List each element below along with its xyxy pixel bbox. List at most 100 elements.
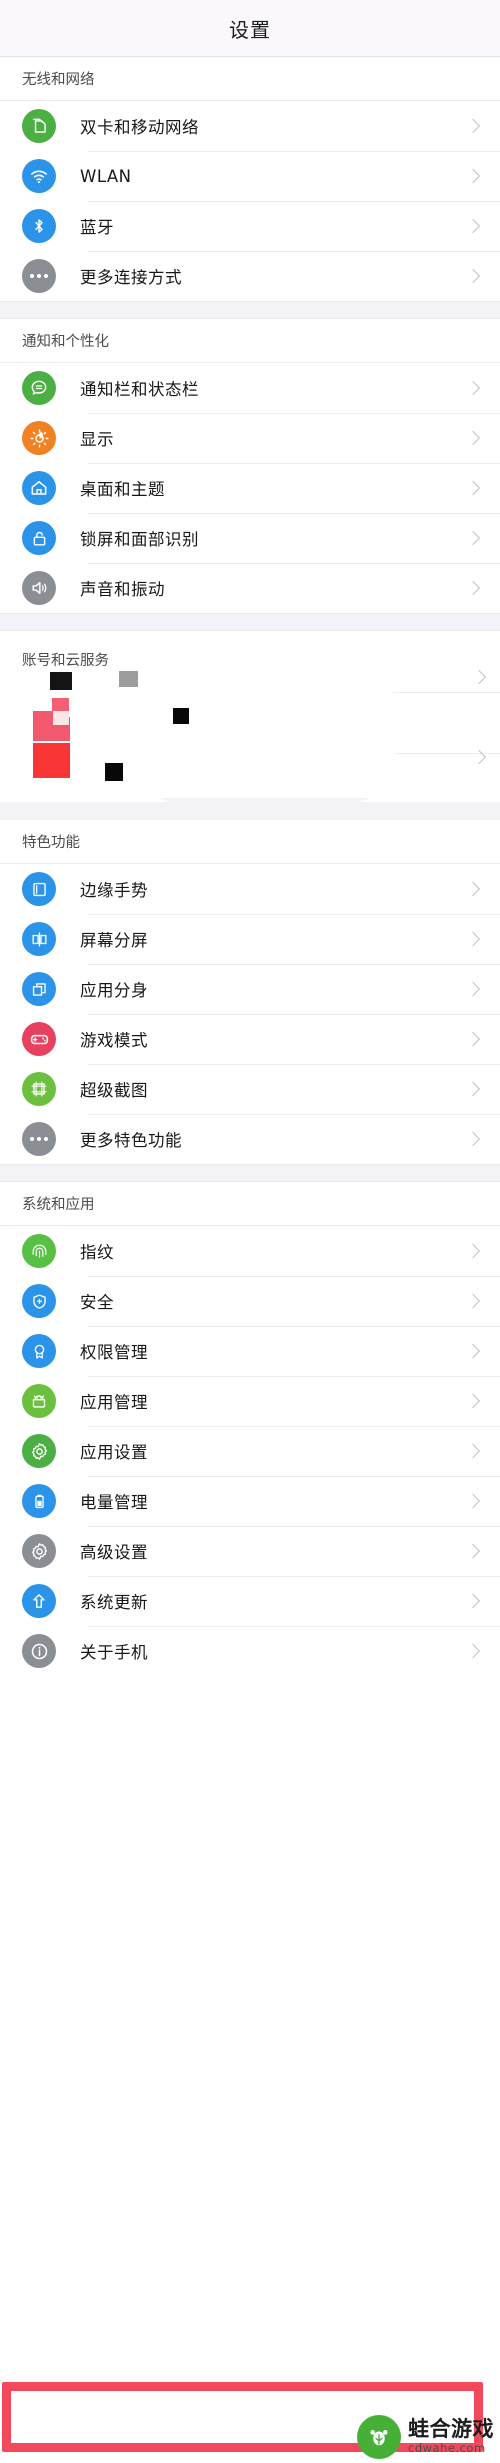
chevron-right-icon bbox=[465, 1131, 481, 1147]
android-icon bbox=[22, 1384, 56, 1418]
settings-row-edge-gesture[interactable]: 边缘手势 bbox=[0, 864, 500, 914]
settings-row-fingerprint[interactable]: 指纹 bbox=[0, 1226, 500, 1276]
settings-row-label: WLAN bbox=[80, 166, 132, 186]
more-dots-icon bbox=[22, 259, 56, 293]
watermark-name: 蛙合游戏 bbox=[408, 2417, 494, 2442]
section-header-notification: 通知和个性化 bbox=[0, 319, 500, 363]
brightness-icon bbox=[22, 421, 56, 455]
chevron-right-icon bbox=[465, 1293, 481, 1309]
settings-row-display[interactable]: 显示 bbox=[0, 413, 500, 463]
chevron-right-icon bbox=[465, 118, 481, 134]
chevron-right-icon bbox=[465, 1343, 481, 1359]
more-dots-icon bbox=[22, 1122, 56, 1156]
settings-row-game-mode[interactable]: 游戏模式 bbox=[0, 1014, 500, 1064]
section-divider bbox=[0, 301, 500, 319]
home-icon bbox=[22, 471, 56, 505]
settings-row-more-connections[interactable]: 更多连接方式 bbox=[0, 251, 500, 301]
battery-icon bbox=[22, 1484, 56, 1518]
chevron-right-icon bbox=[465, 1081, 481, 1097]
chevron-right-icon bbox=[465, 580, 481, 596]
settings-row-label: 游戏模式 bbox=[80, 1031, 148, 1050]
section-header-wireless: 无线和网络 bbox=[0, 57, 500, 101]
permission-badge-icon bbox=[22, 1334, 56, 1368]
bluetooth-icon bbox=[22, 209, 56, 243]
chevron-right-icon bbox=[465, 931, 481, 947]
section-divider-torn bbox=[0, 798, 500, 820]
chevron-right-icon bbox=[465, 1593, 481, 1609]
row-divider bbox=[393, 692, 500, 693]
settings-row-label: 桌面和主题 bbox=[80, 480, 165, 499]
gear-icon bbox=[22, 1534, 56, 1568]
chat-bubble-icon bbox=[22, 371, 56, 405]
section-header-features: 特色功能 bbox=[0, 820, 500, 864]
chevron-right-icon bbox=[465, 981, 481, 997]
settings-row-label: 通知栏和状态栏 bbox=[80, 380, 199, 399]
glitch-block bbox=[50, 672, 72, 690]
settings-row-label: 更多连接方式 bbox=[80, 268, 182, 287]
settings-row-app-manager[interactable]: 应用管理 bbox=[0, 1376, 500, 1426]
watermark-url: cdwahe.com bbox=[408, 2441, 486, 2456]
row-divider bbox=[396, 753, 500, 754]
settings-row-label: 蓝牙 bbox=[80, 218, 114, 237]
settings-row-app-clone[interactable]: 应用分身 bbox=[0, 964, 500, 1014]
gear-icon bbox=[22, 1434, 56, 1468]
chevron-right-icon bbox=[465, 530, 481, 546]
settings-row-split-screen[interactable]: 屏幕分屏 bbox=[0, 914, 500, 964]
chevron-right-icon bbox=[465, 218, 481, 234]
chevron-right-icon bbox=[465, 881, 481, 897]
settings-row-super-screenshot[interactable]: 超级截图 bbox=[0, 1064, 500, 1114]
settings-row-label: 电量管理 bbox=[80, 1493, 148, 1512]
settings-row-more-features[interactable]: 更多特色功能 bbox=[0, 1114, 500, 1164]
fingerprint-icon bbox=[22, 1234, 56, 1268]
settings-row-label: 应用管理 bbox=[80, 1393, 148, 1412]
section-header-account-cloud: 账号和云服务 bbox=[22, 653, 109, 669]
glitch-block bbox=[53, 711, 69, 725]
settings-row-label: 权限管理 bbox=[80, 1343, 148, 1362]
settings-row-label: 系统更新 bbox=[80, 1593, 148, 1612]
lock-icon bbox=[22, 521, 56, 555]
settings-row-lockscreen-face[interactable]: 锁屏和面部识别 bbox=[0, 513, 500, 563]
settings-row-wlan[interactable]: WLAN bbox=[0, 151, 500, 201]
settings-row-permission-manager[interactable]: 权限管理 bbox=[0, 1326, 500, 1376]
shield-plus-icon bbox=[22, 1284, 56, 1318]
arrow-up-icon bbox=[22, 1584, 56, 1618]
chevron-right-icon bbox=[465, 1243, 481, 1259]
chevron-right-icon bbox=[465, 1031, 481, 1047]
chevron-right-icon bbox=[465, 1393, 481, 1409]
settings-row-label: 超级截图 bbox=[80, 1081, 148, 1100]
settings-row-label: 锁屏和面部识别 bbox=[80, 530, 199, 549]
settings-row-label: 边缘手势 bbox=[80, 881, 148, 900]
settings-row-desktop-theme[interactable]: 桌面和主题 bbox=[0, 463, 500, 513]
settings-row-app-settings[interactable]: 应用设置 bbox=[0, 1426, 500, 1476]
split-screen-icon bbox=[22, 922, 56, 956]
chevron-right-icon bbox=[465, 1643, 481, 1659]
chevron-right-icon bbox=[465, 268, 481, 284]
section-account-cloud-corrupted: 账号和云服务 bbox=[0, 631, 500, 820]
settings-row-bluetooth[interactable]: 蓝牙 bbox=[0, 201, 500, 251]
settings-row-label: 双卡和移动网络 bbox=[80, 118, 199, 137]
settings-row-label: 显示 bbox=[80, 430, 114, 449]
settings-row-security[interactable]: 安全 bbox=[0, 1276, 500, 1326]
chevron-right-icon bbox=[465, 168, 481, 184]
settings-row-notification-statusbar[interactable]: 通知栏和状态栏 bbox=[0, 363, 500, 413]
chevron-right-icon bbox=[465, 1443, 481, 1459]
section-divider bbox=[0, 1164, 500, 1182]
settings-row-advanced-settings[interactable]: 高级设置 bbox=[0, 1526, 500, 1576]
settings-row-battery-manager[interactable]: 电量管理 bbox=[0, 1476, 500, 1526]
settings-row-label: 指纹 bbox=[80, 1243, 114, 1262]
settings-row-about-phone[interactable]: 关于手机 bbox=[0, 1626, 500, 1676]
chevron-right-icon bbox=[471, 669, 487, 685]
chevron-right-icon bbox=[465, 380, 481, 396]
settings-row-sound-vibration[interactable]: 声音和振动 bbox=[0, 563, 500, 613]
settings-row-label: 安全 bbox=[80, 1293, 114, 1312]
settings-row-dual-sim[interactable]: 双卡和移动网络 bbox=[0, 101, 500, 151]
watermark: 蛙合游戏 cdwahe.com bbox=[357, 2415, 494, 2459]
glitch-block bbox=[173, 708, 189, 724]
settings-row-label: 屏幕分屏 bbox=[80, 931, 148, 950]
edge-gesture-icon bbox=[22, 872, 56, 906]
settings-row-label: 关于手机 bbox=[80, 1643, 148, 1662]
chevron-right-icon bbox=[465, 1493, 481, 1509]
chevron-right-icon bbox=[465, 1543, 481, 1559]
settings-row-system-update[interactable]: 系统更新 bbox=[0, 1576, 500, 1626]
chevron-right-icon bbox=[465, 430, 481, 446]
